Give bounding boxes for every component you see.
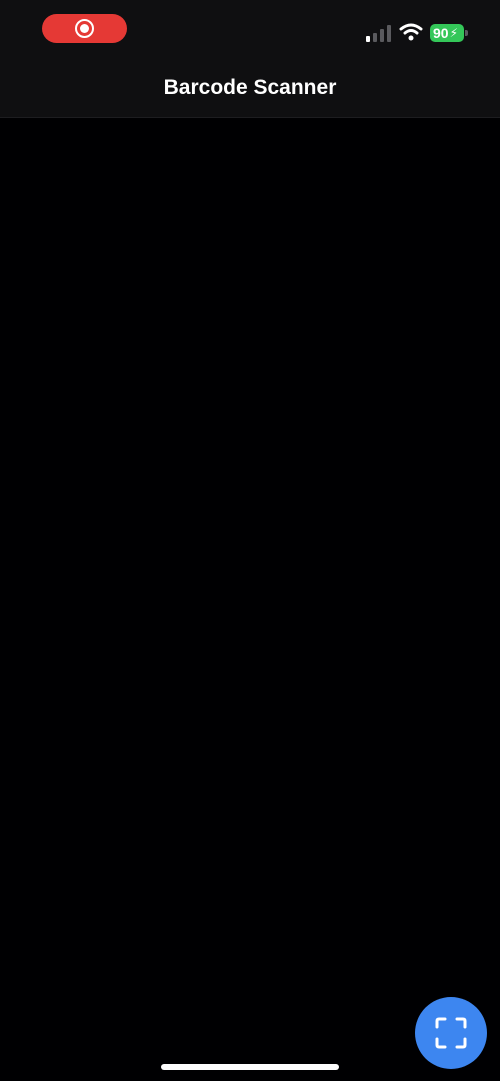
screen-recording-indicator[interactable] xyxy=(42,14,127,43)
wifi-icon xyxy=(399,23,423,41)
status-bar: 90 ⚡ xyxy=(0,0,500,60)
home-indicator[interactable] xyxy=(161,1064,339,1070)
scan-frame-icon xyxy=(435,1017,467,1049)
battery-icon: 90 ⚡ xyxy=(430,24,464,42)
navigation-bar: Barcode Scanner xyxy=(0,60,500,118)
signal-icon xyxy=(366,25,391,42)
battery-level: 90 xyxy=(433,25,449,41)
scan-button[interactable] xyxy=(415,997,487,1069)
page-title: Barcode Scanner xyxy=(163,76,337,99)
bolt-icon: ⚡ xyxy=(449,26,459,40)
camera-preview[interactable] xyxy=(0,118,500,1081)
